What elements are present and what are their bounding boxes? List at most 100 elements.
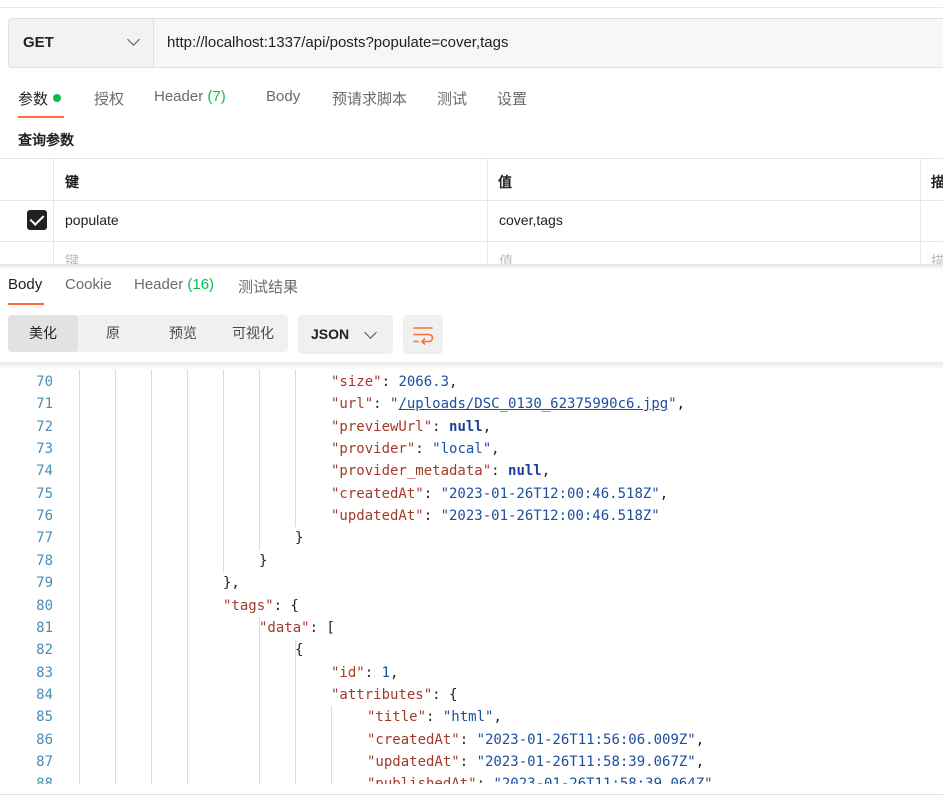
code-text: { [295, 639, 303, 661]
divider [53, 158, 54, 266]
tab-params-label: 参数 [18, 91, 49, 108]
active-tab-underline [18, 116, 64, 118]
code-token: { [295, 642, 304, 659]
code-token: "createdAt" [367, 731, 460, 748]
code-text: "provider_metadata": null, [331, 460, 550, 482]
method-select[interactable]: GET [9, 19, 154, 67]
code-token: : [381, 374, 399, 390]
code-token: "data" [259, 619, 310, 636]
code-line: 76 "updatedAt": "2023-01-26T12:00:46.518Z… [0, 505, 943, 527]
response-tab-cookies[interactable]: Cookie [65, 276, 112, 293]
tab-headers[interactable]: Header (7) [154, 88, 226, 105]
code-token: " [668, 396, 677, 413]
code-line: 71 "url": "/uploads/DSC_0130_62375990c6.j… [0, 393, 943, 415]
chevron-down-icon [364, 326, 377, 339]
wrap-lines-button[interactable] [403, 315, 443, 354]
line-number: 82 [36, 642, 53, 659]
tab-tests[interactable]: 测试 [437, 88, 467, 109]
url-input[interactable]: http://localhost:1337/api/posts?populate… [167, 34, 509, 51]
code-line: 82 { [0, 639, 943, 661]
code-token: : [423, 508, 441, 525]
code-token: , [541, 463, 551, 480]
code-token: } [295, 530, 304, 547]
code-text: "updatedAt": "2023-01-26T12:00:46.518Z" [331, 505, 660, 527]
code-line: 78} [0, 550, 943, 572]
tab-params[interactable]: 参数 [18, 88, 62, 109]
code-text: "size": 2066.3, [331, 371, 457, 393]
code-token: null [508, 463, 542, 480]
code-token: : [491, 463, 509, 480]
line-number: 83 [36, 664, 53, 681]
url-link[interactable]: /uploads/DSC_0130_62375990c6.jpg [398, 396, 668, 412]
view-mode-visualize[interactable]: 可视化 [218, 315, 288, 352]
code-token: , [491, 441, 500, 458]
tab-body[interactable]: Body [266, 88, 300, 105]
code-token: "updatedAt" [367, 753, 460, 770]
code-token: "provider" [331, 441, 416, 458]
chevron-down-icon [127, 33, 140, 46]
param-enabled-checkbox[interactable] [27, 210, 47, 230]
query-params-table: 键 值 描 populate cover,tags 键 值 描 [0, 158, 943, 266]
code-line: 81 "data": [ [0, 617, 943, 639]
code-line: 83 "id": 1, [0, 662, 943, 684]
param-key-field[interactable]: populate [65, 212, 119, 228]
code-text: } [295, 527, 303, 549]
view-mode-raw[interactable]: 原 [78, 315, 148, 352]
column-header-key: 键 [65, 174, 79, 190]
code-token: null [449, 418, 483, 435]
code-line: 77} [0, 527, 943, 549]
response-tab-headers[interactable]: Header (16) [134, 276, 214, 293]
top-divider [0, 7, 943, 8]
code-text: } [259, 550, 267, 572]
code-line: 70 "size": 2066.3, [0, 371, 943, 393]
code-token: , [390, 664, 399, 681]
tab-headers-count: (7) [207, 88, 226, 105]
line-number: 87 [36, 753, 53, 770]
column-header-value: 值 [498, 174, 512, 190]
code-token: "2023-01-26T11:58:39.064Z" [493, 776, 712, 784]
request-bar: GET http://localhost:1337/api/posts?popu… [8, 18, 943, 68]
wrap-lines-icon [413, 327, 434, 345]
code-token: "local" [432, 441, 492, 458]
param-value-field[interactable]: cover,tags [499, 212, 563, 228]
code-token: : [432, 418, 450, 435]
response-tab-body[interactable]: Body [8, 276, 42, 293]
response-body-editor[interactable]: 70 "size": 2066.3, 71 "url": "/uploads/DSC_… [0, 370, 943, 784]
code-line: 86 "createdAt": "2023-01-26T11:56:06.009Z… [0, 729, 943, 751]
line-number: 72 [36, 418, 53, 435]
code-line: 75 "createdAt": "2023-01-26T12:00:46.518Z… [0, 483, 943, 505]
code-token: "2023-01-26T11:56:06.009Z" [476, 731, 696, 748]
code-token: : [477, 776, 494, 784]
code-text: "tags": { [223, 595, 299, 617]
code-token: "2023-01-26T11:58:39.067Z" [476, 753, 696, 770]
tab-pre-request-script[interactable]: 预请求脚本 [332, 88, 407, 109]
tab-auth[interactable]: 授权 [94, 88, 124, 109]
tab-settings[interactable]: 设置 [497, 88, 527, 109]
code-token: } [259, 552, 268, 569]
view-mode-preview[interactable]: 预览 [148, 315, 218, 352]
line-number: 73 [36, 441, 53, 458]
code-token: : [459, 753, 477, 770]
format-select[interactable]: JSON [298, 315, 393, 354]
response-tab-headers-label: Header [134, 276, 184, 293]
divider [0, 200, 943, 201]
code-token: "id" [331, 664, 365, 681]
code-line: 80 "tags": { [0, 595, 943, 617]
panel-splitter[interactable] [0, 264, 943, 270]
view-mode-pretty[interactable]: 美化 [8, 315, 78, 352]
code-token: "createdAt" [331, 485, 424, 502]
code-line: 72 "previewUrl": null, [0, 416, 943, 438]
code-token: "attributes" [331, 686, 433, 703]
active-response-tab-underline [8, 303, 44, 305]
code-token: , [695, 753, 705, 770]
line-number: 86 [36, 731, 53, 748]
code-token: }, [223, 575, 240, 592]
code-line: 88 "publishedAt": "2023-01-26T11:58:39.06… [0, 773, 943, 784]
code-text: }, [223, 572, 240, 594]
response-tab-test-results[interactable]: 测试结果 [238, 276, 298, 297]
line-number: 71 [36, 396, 53, 413]
code-token: 1 [381, 664, 391, 681]
code-text: "createdAt": "2023-01-26T12:00:46.518Z", [331, 483, 668, 505]
divider [0, 241, 943, 242]
line-number: 80 [36, 597, 53, 614]
